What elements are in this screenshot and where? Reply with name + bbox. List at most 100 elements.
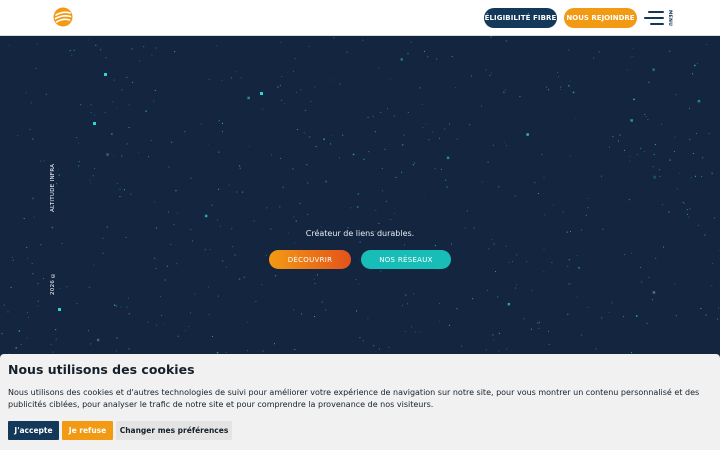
- star-dot: [301, 313, 302, 315]
- star-dot: [544, 214, 546, 216]
- star-dot: [444, 128, 446, 130]
- star-dot: [155, 268, 157, 269]
- star-dot: [505, 89, 507, 91]
- star-dot: [217, 295, 219, 297]
- star-dot: [102, 252, 104, 254]
- star-dot: [231, 228, 233, 230]
- star-dot: [434, 245, 436, 246]
- star-dot: [239, 167, 241, 169]
- star-dot: [576, 255, 578, 257]
- star-dot: [128, 127, 130, 128]
- star-dot: [76, 137, 78, 138]
- star-dot: [120, 306, 122, 308]
- star-dot: [304, 109, 306, 111]
- star-dot: [37, 43, 38, 45]
- star-dot: [307, 182, 309, 184]
- star-dot: [456, 308, 458, 310]
- star-dot: [166, 265, 168, 267]
- star-dot: [675, 315, 677, 317]
- star-dot: [505, 245, 507, 247]
- star-dot: [632, 56, 634, 58]
- star-dot: [414, 331, 416, 333]
- eligibility-fibre-button[interactable]: ÉLIGIBILITÉ FIBRE: [484, 8, 557, 28]
- star-dot: [94, 114, 96, 116]
- star-dot: [219, 225, 221, 227]
- star-dot: [356, 206, 359, 208]
- star-dot: [310, 101, 312, 102]
- star-dot: [440, 168, 442, 170]
- star-dot: [170, 243, 172, 245]
- star-dot: [281, 76, 283, 77]
- discover-button[interactable]: DÉCOUVRIR: [269, 250, 351, 269]
- star-dot: [265, 254, 267, 256]
- star-dot: [262, 350, 264, 352]
- star-dot: [148, 156, 150, 158]
- star-dot: [162, 322, 164, 324]
- star-dot: [602, 228, 604, 230]
- refuse-cookies-button[interactable]: Je refuse: [62, 421, 113, 440]
- star-dot: [332, 135, 334, 136]
- bright-star-dot: [93, 122, 96, 125]
- star-dot: [381, 167, 383, 169]
- star-dot: [32, 138, 34, 140]
- star-dot: [281, 99, 283, 101]
- star-dot: [534, 182, 536, 184]
- star-dot: [717, 318, 718, 320]
- star-dot: [568, 85, 570, 87]
- star-dot: [320, 226, 322, 228]
- star-dot: [387, 108, 388, 110]
- star-dot: [541, 154, 543, 156]
- star-dot: [456, 138, 458, 140]
- star-dot: [116, 107, 118, 109]
- star-dot: [688, 107, 690, 109]
- star-dot: [234, 254, 236, 256]
- star-dot: [587, 307, 589, 308]
- our-networks-button[interactable]: NOS RÉSEAUX: [361, 250, 451, 269]
- star-dot: [128, 313, 130, 315]
- star-dot: [652, 291, 656, 294]
- star-dot: [211, 204, 213, 206]
- star-dot: [52, 351, 54, 353]
- star-dot: [688, 216, 690, 218]
- star-dot: [126, 306, 128, 308]
- star-dot: [373, 345, 375, 347]
- star-dot: [37, 283, 39, 285]
- star-dot: [714, 217, 716, 219]
- star-dot: [207, 286, 209, 288]
- star-dot: [55, 329, 57, 331]
- star-dot: [674, 136, 676, 138]
- star-dot: [711, 172, 713, 174]
- star-dot: [400, 58, 403, 61]
- star-dot: [712, 262, 714, 264]
- star-dot: [346, 51, 348, 53]
- star-dot: [11, 256, 13, 258]
- star-dot: [32, 273, 34, 275]
- star-dot: [679, 172, 681, 174]
- star-dot: [116, 182, 118, 184]
- star-dot: [293, 309, 295, 311]
- bright-star-dot: [260, 92, 263, 95]
- star-dot: [645, 116, 647, 117]
- menu-button[interactable]: MENU: [644, 9, 672, 27]
- star-dot: [51, 226, 54, 229]
- star-dot: [587, 198, 589, 199]
- star-dot: [624, 254, 626, 256]
- accept-cookies-button[interactable]: J'accepte: [8, 421, 59, 440]
- star-dot: [355, 279, 357, 281]
- cookie-preferences-button[interactable]: Changer mes préférences: [116, 421, 232, 440]
- star-dot: [537, 193, 539, 194]
- star-dot: [506, 145, 507, 147]
- star-dot: [619, 134, 621, 136]
- join-us-button[interactable]: NOUS REJOINDRE: [564, 8, 637, 28]
- star-dot: [26, 337, 28, 339]
- star-dot: [307, 213, 309, 215]
- star-dot: [401, 144, 404, 146]
- star-dot: [689, 208, 691, 210]
- star-dot: [439, 137, 441, 139]
- star-dot: [104, 112, 106, 113]
- star-dot: [313, 278, 315, 280]
- star-dot: [99, 48, 102, 51]
- altitude-logo-icon[interactable]: [53, 7, 73, 27]
- star-dot: [292, 168, 294, 170]
- star-dot: [123, 189, 125, 191]
